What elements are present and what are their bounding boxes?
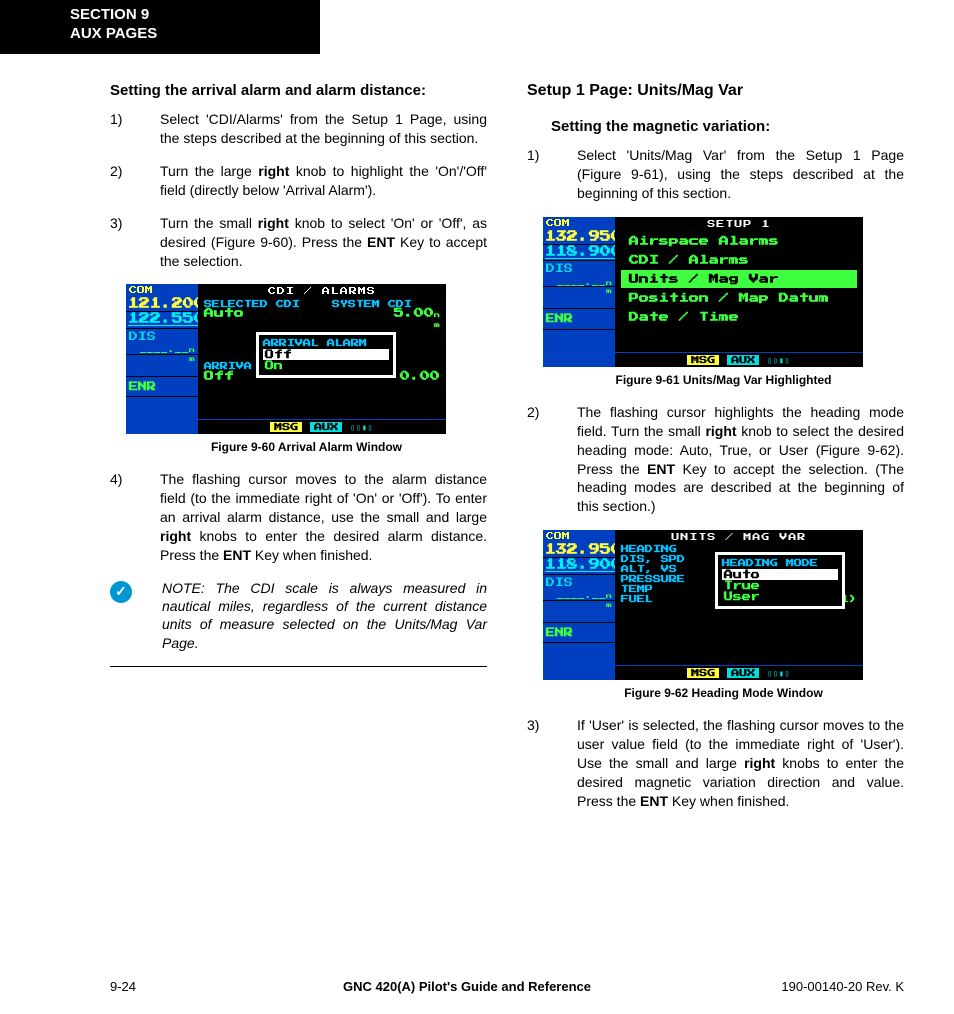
section-header-tab: SECTION 9 AUX PAGES xyxy=(0,0,320,54)
gps61-item-cdi: CDI / Alarms xyxy=(621,251,857,269)
gps61-com-label: COM xyxy=(543,217,615,228)
right-page-title: Setup 1 Page: Units/Mag Var xyxy=(527,82,904,100)
right-steps-3: If 'User' is selected, the flashing curs… xyxy=(527,716,904,810)
gps61-freq-standby: 118.900 xyxy=(543,245,615,262)
gps60-com-label: COM xyxy=(126,284,198,295)
gps62-com-label: COM xyxy=(543,530,615,541)
gps60-popup-on: On xyxy=(263,360,389,371)
gps60-freq-active: 121.200 xyxy=(126,295,198,312)
gps61-msg-annunciator: MSG xyxy=(687,355,719,365)
gps61-right-panel: SETUP 1 Airspace Alarms CDI / Alarms Uni… xyxy=(615,217,863,367)
right-column: Setup 1 Page: Units/Mag Var Setting the … xyxy=(527,82,904,825)
cdi-note: ✓ NOTE: The CDI scale is always measured… xyxy=(110,579,487,652)
figure-9-62-caption: Figure 9-62 Heading Mode Window xyxy=(543,686,904,700)
gps62-freq-standby: 118.900 xyxy=(543,558,615,575)
gps60-msg-annunciator: MSG xyxy=(270,422,302,432)
gps62-msg-annunciator: MSG xyxy=(687,668,719,678)
right-heading: Setting the magnetic variation: xyxy=(551,118,904,137)
page-footer: 9-24 GNC 420(A) Pilot's Guide and Refere… xyxy=(0,979,954,994)
gps60-popup-title: ARRIVAL ALARM xyxy=(263,339,389,347)
gps61-enr: ENR xyxy=(543,309,615,329)
left-column: Setting the arrival alarm and alarm dist… xyxy=(110,82,487,825)
gps-display-60: COM 121.200 122.550 DIS____.__n m ENR CD… xyxy=(126,284,446,434)
gps61-screen-title: SETUP 1 xyxy=(615,217,863,231)
gps62-enr: ENR xyxy=(543,623,615,643)
figure-9-62: COM 132.950 118.900 DIS____.__n m ENR UN… xyxy=(543,530,904,700)
gps-display-62: COM 132.950 118.900 DIS____.__n m ENR UN… xyxy=(543,530,863,680)
right-step-2: The flashing cursor highlights the headi… xyxy=(553,403,904,516)
gps62-right-panel: UNITS / MAG VAR HEADING DIS, SPD ALT, VS… xyxy=(615,530,863,680)
gps61-bottom-bar: MSG AUX ▯▯▮▯ xyxy=(615,352,863,367)
gps62-left-panel: COM 132.950 118.900 DIS____.__n m ENR xyxy=(543,530,615,680)
gps60-screen-title: CDI / ALARMS xyxy=(198,284,446,298)
right-step-1: Select 'Units/Mag Var' from the Setup 1 … xyxy=(553,146,904,203)
gps61-left-panel: COM 132.950 118.900 DIS____.__n m ENR xyxy=(543,217,615,367)
gps60-values: Auto 5.00n m xyxy=(198,308,446,331)
gps60-freq-standby: 122.550 xyxy=(126,312,198,329)
gps62-page-bars: ▯▯▮▯ xyxy=(767,668,790,678)
figure-9-60: COM 121.200 122.550 DIS____.__n m ENR CD… xyxy=(126,284,487,454)
gps61-aux-annunciator: AUX xyxy=(727,355,759,365)
gps62-bottom-bar: MSG AUX ▯▯▮▯ xyxy=(615,665,863,680)
page-number: 9-24 xyxy=(110,979,190,994)
gps61-freq-active: 132.950 xyxy=(543,228,615,245)
gps60-labels: SELECTED CDI SYSTEM CDI xyxy=(198,298,446,308)
note-text: NOTE: The CDI scale is always measured i… xyxy=(140,579,487,652)
gps60-popup-off: Off xyxy=(263,349,389,360)
gps61-item-units: Units / Mag Var xyxy=(621,270,857,288)
section-number: SECTION 9 xyxy=(70,6,302,25)
gps62-popup-user: User xyxy=(722,591,838,602)
left-step-1: Select 'CDI/Alarms' from the Setup 1 Pag… xyxy=(136,110,487,148)
left-steps-cont: The flashing cursor moves to the alarm d… xyxy=(110,470,487,564)
gps60-right-panel: CDI / ALARMS SELECTED CDI SYSTEM CDI Aut… xyxy=(198,284,446,434)
left-step-2: Turn the large right knob to highlight t… xyxy=(136,162,487,200)
left-step-4: The flashing cursor moves to the alarm d… xyxy=(136,470,487,564)
section-title: AUX PAGES xyxy=(70,25,302,44)
gps62-aux-annunciator: AUX xyxy=(727,668,759,678)
gps62-popup-auto: Auto xyxy=(722,569,838,580)
left-steps: Select 'CDI/Alarms' from the Setup 1 Pag… xyxy=(110,110,487,270)
left-step-3: Turn the small right knob to select 'On'… xyxy=(136,214,487,271)
right-steps-2: The flashing cursor highlights the headi… xyxy=(527,403,904,516)
gps61-item-airspace: Airspace Alarms xyxy=(621,232,857,250)
right-step-3: If 'User' is selected, the flashing curs… xyxy=(553,716,904,810)
gps-display-61: COM 132.950 118.900 DIS____.__n m ENR SE… xyxy=(543,217,863,367)
footer-title: GNC 420(A) Pilot's Guide and Reference xyxy=(190,979,744,994)
gps61-item-date: Date / Time xyxy=(621,308,857,326)
gps60-page-bars: ▯▯▮▯ xyxy=(350,422,373,432)
figure-9-60-caption: Figure 9-60 Arrival Alarm Window xyxy=(126,440,487,454)
gps61-page-bars: ▯▯▮▯ xyxy=(767,355,790,365)
gps61-item-position: Position / Map Datum xyxy=(621,289,857,307)
divider xyxy=(110,666,487,667)
gps60-bottom-bar: MSG AUX ▯▯▮▯ xyxy=(198,419,446,434)
gps61-dis: DIS____.__n m xyxy=(543,261,615,287)
gps60-dis: DIS____.__n m xyxy=(126,329,198,355)
gps60-arrival-alarm-popup: ARRIVAL ALARM Off On xyxy=(256,332,396,378)
figure-9-61-caption: Figure 9-61 Units/Mag Var Highlighted xyxy=(543,373,904,387)
gps62-dis: DIS____.__n m xyxy=(543,575,615,601)
gps62-screen-title: UNITS / MAG VAR xyxy=(615,530,863,544)
gps62-popup-true: True xyxy=(722,580,838,591)
gps62-popup-title: HEADING MODE xyxy=(722,559,838,567)
gps62-freq-active: 132.950 xyxy=(543,541,615,558)
figure-9-61: COM 132.950 118.900 DIS____.__n m ENR SE… xyxy=(543,217,904,387)
gps62-heading-mode-popup: HEADING MODE Auto True User xyxy=(715,552,845,609)
right-steps: Select 'Units/Mag Var' from the Setup 1 … xyxy=(527,146,904,203)
footer-revision: 190-00140-20 Rev. K xyxy=(744,979,904,994)
left-heading: Setting the arrival alarm and alarm dist… xyxy=(110,82,487,101)
gps60-aux-annunciator: AUX xyxy=(310,422,342,432)
gps60-enr: ENR xyxy=(126,377,198,397)
gps60-left-panel: COM 121.200 122.550 DIS____.__n m ENR xyxy=(126,284,198,434)
note-icon: ✓ xyxy=(110,581,132,603)
page-body: Setting the arrival alarm and alarm dist… xyxy=(0,82,954,825)
